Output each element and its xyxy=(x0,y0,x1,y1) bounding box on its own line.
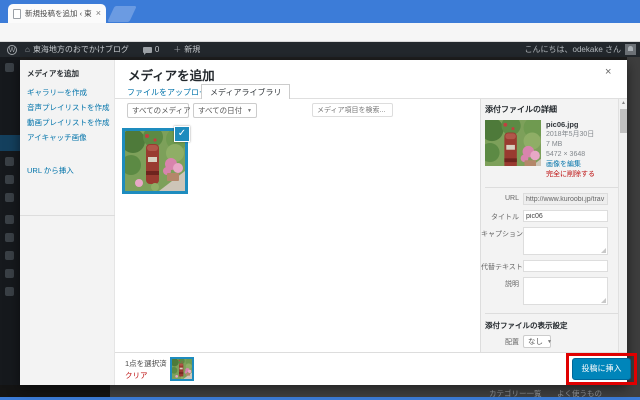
menu-item-audio-playlist[interactable]: 音声プレイリストを作成 xyxy=(27,102,110,113)
modal-footer-toolbar: 1点を選択済 クリア 投稿に挿入 xyxy=(115,352,627,385)
dimmed-active-menu-item xyxy=(0,135,20,151)
check-icon[interactable]: ✓ xyxy=(174,126,190,142)
admin-bar-comments[interactable]: 0 xyxy=(143,45,159,54)
caption-field[interactable] xyxy=(523,227,608,255)
scrollbar-thumb[interactable] xyxy=(620,109,627,133)
comments-icon xyxy=(143,47,152,53)
media-type-filter[interactable]: すべてのメディア ▼ xyxy=(127,103,189,118)
divider xyxy=(485,187,618,188)
description-field-label: 説明 xyxy=(481,277,523,305)
wordpress-logo-icon[interactable]: W xyxy=(7,45,17,55)
align-select[interactable]: なし ▼ xyxy=(523,335,551,348)
attachment-tile-selected[interactable]: ✓ xyxy=(122,128,188,194)
title-field-label: タイトル xyxy=(481,210,523,222)
menu-separator xyxy=(20,215,115,216)
modal-close-icon[interactable]: × xyxy=(605,66,611,78)
details-date: 2018年5月30日 xyxy=(546,130,624,140)
modal-overlay xyxy=(0,385,110,397)
clear-selection-link[interactable]: クリア xyxy=(125,370,148,381)
alt-text-field[interactable] xyxy=(523,260,608,272)
new-label: 新規 xyxy=(184,44,200,55)
browser-tab-strip: 新規投稿を追加 ‹ 東海地方 × xyxy=(0,0,640,23)
divider xyxy=(485,313,618,314)
admin-bar-account[interactable]: こんにちは、odekake さん xyxy=(525,44,640,55)
admin-bar-site-link[interactable]: ⌂ 東海地方のおでかけブログ xyxy=(25,44,129,55)
edit-image-link[interactable]: 画像を編集 xyxy=(546,160,624,170)
annotation-highlight-box xyxy=(566,353,637,385)
greeting-text: こんにちは、odekake さん xyxy=(525,44,621,55)
selected-preview-thumbnail[interactable] xyxy=(170,357,194,381)
menu-item-featured-image[interactable]: アイキャッチ画像 xyxy=(27,132,87,143)
title-field[interactable] xyxy=(523,210,608,222)
dimmed-page-content: カテゴリー一覧 よく使うもの xyxy=(110,385,640,397)
media-modal-menu: メディアを追加 ギャラリーを作成 音声プレイリストを作成 動画プレイリストを作成… xyxy=(20,60,115,385)
delete-permanently-link[interactable]: 完全に削除する xyxy=(546,170,624,180)
display-settings-heading: 添付ファイルの表示設定 xyxy=(485,320,568,331)
modal-overlay xyxy=(627,57,640,397)
media-search-input[interactable] xyxy=(312,103,393,117)
modal-title: メディアを追加 xyxy=(128,65,215,84)
details-filesize: 7 MB xyxy=(546,140,624,150)
details-dimensions: 5472 × 3648 xyxy=(546,150,624,160)
tab-close-icon[interactable]: × xyxy=(96,9,101,18)
add-media-modal: メディアを追加 ギャラリーを作成 音声プレイリストを作成 動画プレイリストを作成… xyxy=(20,60,627,385)
menu-item-insert-from-url[interactable]: URL から挿入 xyxy=(27,165,74,176)
wp-admin-bar: W ⌂ 東海地方のおでかけブログ 0 ＋ 新規 こんにちは、odekake さん xyxy=(0,42,640,57)
chevron-down-icon: ▼ xyxy=(247,108,252,114)
details-filename: pic06.jpg xyxy=(546,120,624,130)
browser-toolbar: ← → ↻ ⓘ www.kuroobi.jp/travel/wp-admin/p… xyxy=(0,23,640,42)
menu-item-add-media[interactable]: メディアを追加 xyxy=(27,68,79,79)
new-tab-button[interactable] xyxy=(107,6,136,22)
date-filter[interactable]: すべての日付 ▼ xyxy=(193,103,257,118)
avatar xyxy=(625,44,636,55)
site-name: 東海地方のおでかけブログ xyxy=(33,44,129,55)
tab-title: 新規投稿を追加 ‹ 東海地方 xyxy=(25,8,92,19)
home-icon: ⌂ xyxy=(25,45,30,54)
url-field-label: URL xyxy=(481,193,523,205)
dimmed-admin-menu-edge xyxy=(0,57,20,397)
admin-bar-new[interactable]: ＋ 新規 xyxy=(173,44,200,55)
scroll-up-icon[interactable]: ▲ xyxy=(620,100,627,106)
caption-field-label: キャプション xyxy=(481,227,523,255)
menu-item-create-gallery[interactable]: ギャラリーを作成 xyxy=(27,87,87,98)
url-field[interactable] xyxy=(523,193,608,205)
menu-item-video-playlist[interactable]: 動画プレイリストを作成 xyxy=(27,117,110,128)
align-label: 配置 xyxy=(481,335,523,348)
alt-text-field-label: 代替テキスト xyxy=(481,260,523,272)
details-thumbnail xyxy=(485,120,541,166)
description-field[interactable] xyxy=(523,277,608,305)
details-heading: 添付ファイルの詳細 xyxy=(485,104,557,115)
media-router: ファイルをアップロード メディアライブラリ xyxy=(115,84,627,99)
attachment-details-sidebar: 添付ファイルの詳細 pic06.jpg 2018年5月30日 7 MB 5472… xyxy=(480,99,627,385)
chevron-down-icon: ▼ xyxy=(547,339,552,345)
selection-count: 1点を選択済 xyxy=(125,358,167,369)
plus-icon: ＋ xyxy=(173,44,181,55)
browser-tab[interactable]: 新規投稿を追加 ‹ 東海地方 × xyxy=(8,4,106,23)
sidebar-scrollbar[interactable]: ▲ ▼ xyxy=(618,99,627,385)
comment-count: 0 xyxy=(155,45,159,54)
page-favicon-icon xyxy=(13,9,21,19)
tab-media-library[interactable]: メディアライブラリ xyxy=(201,84,290,99)
